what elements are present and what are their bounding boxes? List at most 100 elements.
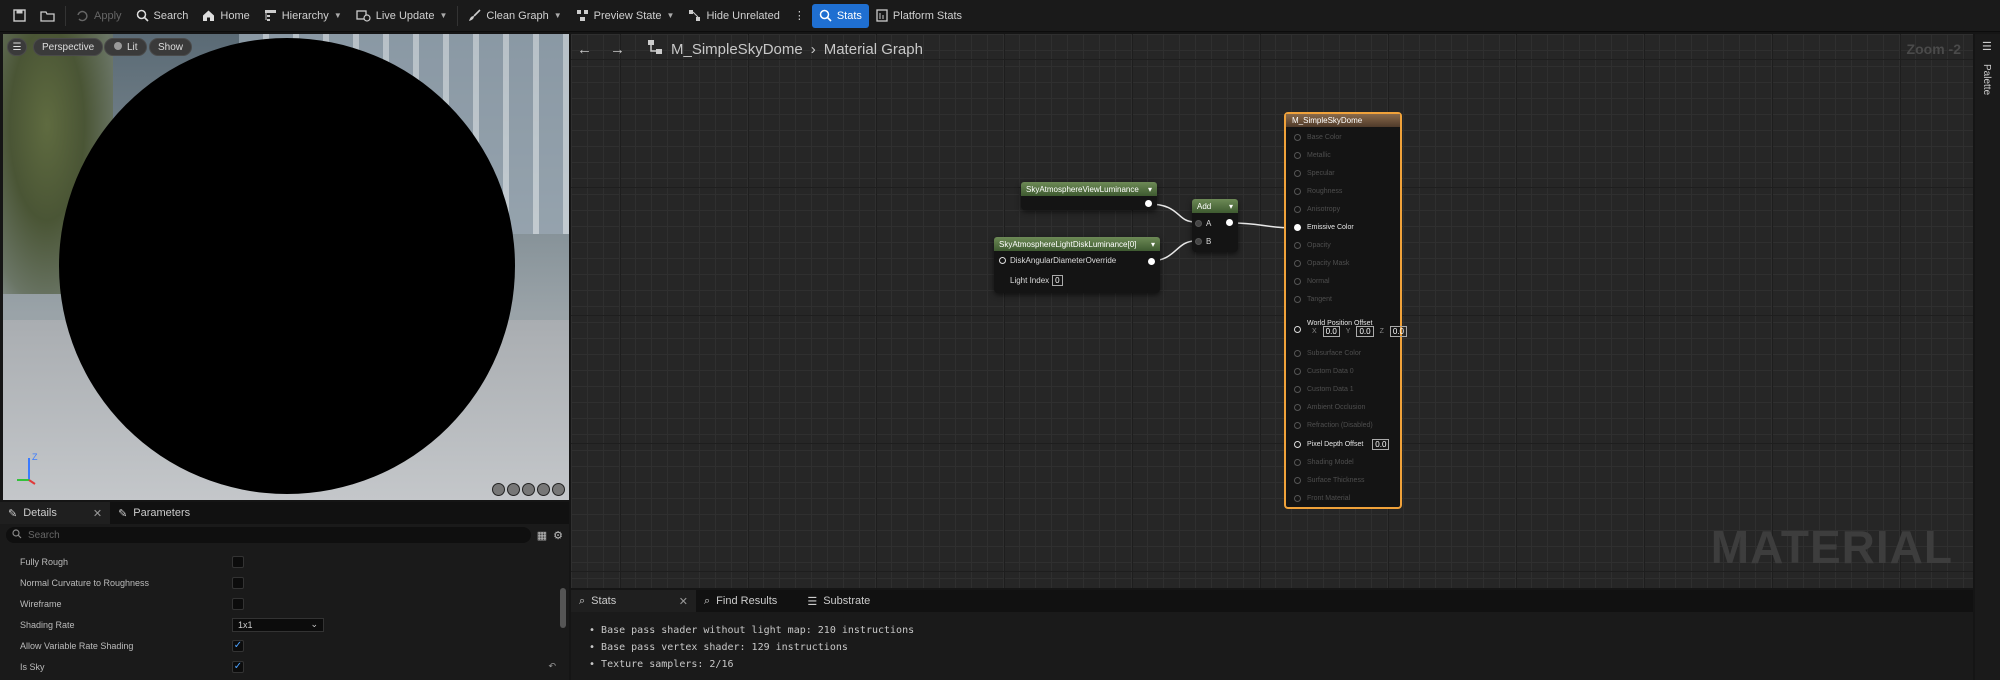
show-button[interactable]: Show [149, 38, 193, 56]
input-pin[interactable] [1294, 170, 1301, 177]
live-update-button[interactable]: Live Update ▼ [349, 4, 455, 28]
input-pin[interactable] [1195, 220, 1202, 227]
cylinder-shape-button[interactable] [492, 483, 505, 496]
input-pin[interactable] [1294, 404, 1301, 411]
input-pin[interactable] [1294, 422, 1301, 429]
chevron-down-icon[interactable]: ▾ [1151, 240, 1155, 249]
output-pin[interactable] [1145, 200, 1152, 207]
search-button[interactable]: Search [129, 4, 196, 28]
fully-rough-checkbox[interactable] [232, 555, 244, 568]
hide-unrelated-button[interactable]: Hide Unrelated [681, 4, 786, 28]
material-graph-canvas[interactable]: ← → M_SimpleSkyDome › Material Graph Zoo… [571, 34, 1973, 588]
input-pin[interactable] [1294, 260, 1301, 267]
pin-metallic[interactable]: Metallic [1294, 152, 1331, 159]
input-pin[interactable] [1294, 206, 1301, 213]
output-pin[interactable] [1226, 219, 1233, 226]
pin-roughness[interactable]: Roughness [1294, 188, 1342, 195]
input-pin[interactable] [1294, 296, 1301, 303]
stats-button[interactable]: Stats [811, 3, 869, 28]
pin-normal[interactable]: Normal [1294, 278, 1330, 285]
material-result-node[interactable]: M_SimpleSkyDome Base Color Metallic Spec… [1284, 112, 1407, 509]
input-pin[interactable] [1294, 152, 1301, 159]
input-pin[interactable] [1294, 278, 1301, 285]
sphere-shape-button[interactable] [507, 483, 520, 496]
lit-button[interactable]: Lit [104, 38, 147, 56]
light-index-input[interactable]: 0 [1052, 275, 1063, 286]
save-button[interactable] [6, 4, 33, 28]
close-icon[interactable]: ✕ [93, 507, 102, 520]
details-search-input[interactable]: Search [6, 527, 531, 543]
plane-shape-button[interactable] [522, 483, 535, 496]
input-pin[interactable] [1294, 477, 1301, 484]
pin-custom-data-1[interactable]: Custom Data 1 [1294, 386, 1354, 393]
wpo-y-input[interactable]: 0.0 [1356, 326, 1374, 337]
reset-arrow-icon[interactable]: ↶ [548, 661, 556, 672]
add-node[interactable]: Add ▾ A B [1192, 199, 1238, 252]
input-pin[interactable] [1195, 238, 1202, 245]
preview-state-button[interactable]: Preview State ▼ [569, 4, 682, 28]
input-pin[interactable] [1294, 350, 1301, 357]
pin-opacity[interactable]: Opacity [1294, 242, 1331, 249]
pdo-input[interactable]: 0.0 [1372, 439, 1390, 450]
apply-button[interactable]: Apply [69, 4, 129, 28]
pin-emissive-color[interactable]: Emissive Color [1294, 224, 1354, 231]
pin-anisotropy[interactable]: Anisotropy [1294, 206, 1340, 213]
input-pin[interactable] [1294, 224, 1301, 231]
pin-subsurface-color[interactable]: Subsurface Color [1294, 350, 1361, 357]
pin-refraction[interactable]: Refraction (Disabled) [1294, 422, 1373, 429]
platform-stats-button[interactable]: Platform Stats [869, 4, 969, 28]
more-options-button[interactable]: ⋮ [787, 4, 812, 28]
input-pin[interactable] [1294, 386, 1301, 393]
wpo-z-input[interactable]: 0.0 [1389, 326, 1407, 337]
normal-curvature-checkbox[interactable] [232, 576, 244, 589]
palette-sidebar[interactable]: ☰ Palette [1975, 34, 2000, 680]
chevron-down-icon[interactable]: ▾ [1229, 202, 1233, 211]
tab-find-results[interactable]: ⌕ Find Results [696, 590, 785, 612]
preview-viewport[interactable]: ☰ Perspective Lit Show Z [3, 34, 569, 500]
pin-shading-model[interactable]: Shading Model [1294, 459, 1354, 466]
sky-light-disk-luminance-node[interactable]: SkyAtmosphereLightDiskLuminance[0] ▾ Disk… [994, 237, 1160, 293]
input-pin[interactable] [1294, 242, 1301, 249]
allow-vrs-checkbox[interactable]: ✓ [232, 639, 244, 652]
close-icon[interactable]: ✕ [679, 595, 688, 608]
input-pin[interactable] [1294, 459, 1301, 466]
input-pin[interactable] [1294, 326, 1301, 333]
pin-pixel-depth-offset[interactable]: Pixel Depth Offset 0.0 [1294, 439, 1390, 450]
sky-view-luminance-node[interactable]: SkyAtmosphereViewLuminance ▾ [1021, 182, 1157, 210]
output-pin[interactable] [1148, 258, 1155, 265]
gear-icon[interactable]: ⚙ [553, 529, 563, 542]
input-pin[interactable] [1294, 495, 1301, 502]
perspective-button[interactable]: Perspective [33, 38, 104, 56]
shading-rate-dropdown[interactable]: 1x1 ⌄ [232, 617, 324, 632]
input-pin[interactable] [1294, 441, 1301, 448]
input-pin[interactable] [999, 257, 1006, 264]
home-button[interactable]: Home [195, 4, 256, 28]
tab-stats[interactable]: ⌕ Stats ✕ [571, 590, 696, 612]
is-sky-checkbox[interactable]: ✓ [232, 660, 244, 673]
chevron-down-icon[interactable]: ▾ [1148, 185, 1152, 194]
tab-substrate[interactable]: ☰ Substrate [799, 590, 878, 612]
pin-base-color[interactable]: Base Color [1294, 134, 1342, 141]
input-pin[interactable] [1294, 368, 1301, 375]
browse-button[interactable] [33, 4, 62, 28]
pin-custom-data-0[interactable]: Custom Data 0 [1294, 368, 1354, 375]
tab-parameters[interactable]: ✎ Parameters [110, 502, 198, 524]
tab-details[interactable]: ✎ Details ✕ [0, 502, 111, 524]
input-pin[interactable] [1294, 188, 1301, 195]
hierarchy-button[interactable]: Hierarchy ▼ [257, 4, 349, 28]
wireframe-checkbox[interactable] [232, 597, 244, 610]
input-pin[interactable] [1294, 134, 1301, 141]
table-view-icon[interactable]: ▦ [537, 529, 547, 542]
details-scrollbar[interactable] [560, 588, 566, 628]
mesh-shape-button[interactable] [552, 483, 565, 496]
viewport-menu-button[interactable]: ☰ [7, 38, 27, 56]
pin-front-material[interactable]: Front Material [1294, 495, 1350, 502]
cube-shape-button[interactable] [537, 483, 550, 496]
wpo-x-input[interactable]: 0.0 [1322, 326, 1340, 337]
pin-opacity-mask[interactable]: Opacity Mask [1294, 260, 1349, 267]
pin-tangent[interactable]: Tangent [1294, 296, 1332, 303]
pin-ambient-occlusion[interactable]: Ambient Occlusion [1294, 404, 1365, 411]
pin-specular[interactable]: Specular [1294, 170, 1335, 177]
pin-surface-thickness[interactable]: Surface Thickness [1294, 477, 1364, 484]
clean-graph-button[interactable]: Clean Graph ▼ [461, 4, 568, 28]
